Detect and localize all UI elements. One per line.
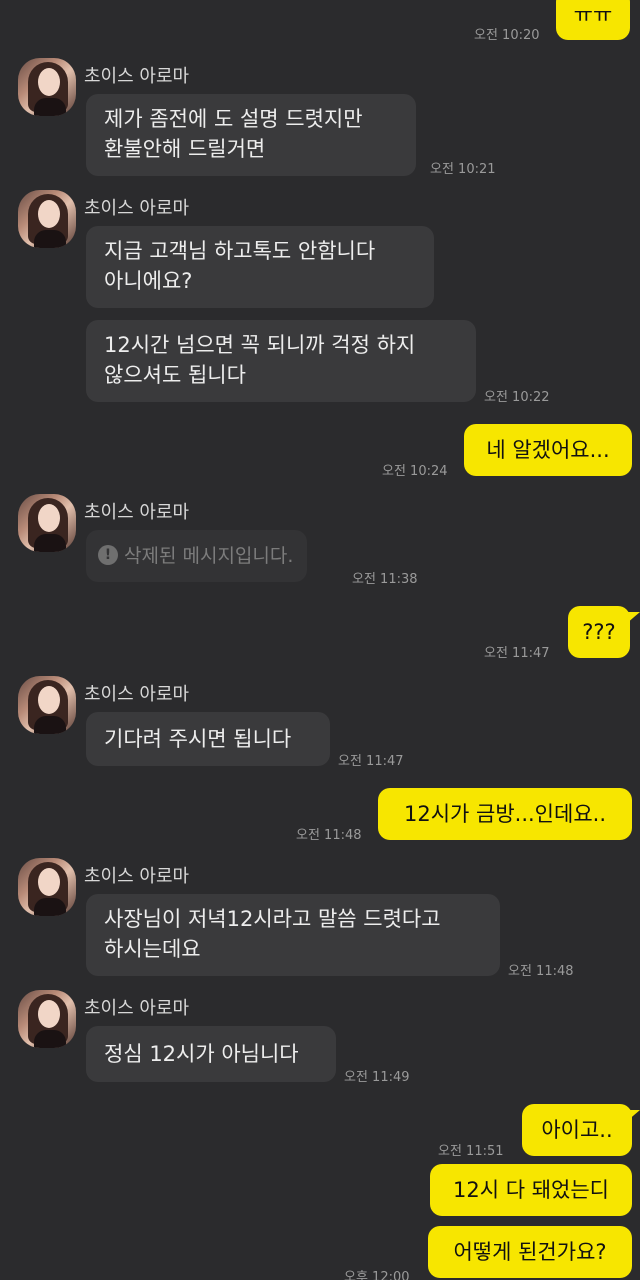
profile-avatar[interactable] <box>18 190 76 248</box>
message-time: 오전 11:51 <box>438 1144 504 1159</box>
outgoing-message[interactable]: 어떻게 된건가요? <box>428 1226 632 1278</box>
chat-message-list[interactable]: 오전 10:20 ㅠㅠ 초이스 아로마 제가 좀전에 도 설명 드렷지만 환불안… <box>0 0 640 1280</box>
bubble-tail <box>626 612 640 624</box>
message-time: 오전 11:38 <box>352 572 418 587</box>
outgoing-message[interactable]: 12시 다 돼었는디 <box>430 1164 632 1216</box>
profile-avatar[interactable] <box>18 676 76 734</box>
incoming-message[interactable]: 기다려 주시면 됩니다 <box>86 712 330 766</box>
message-time: 오전 11:48 <box>296 828 362 843</box>
outgoing-message[interactable]: ㅠㅠ <box>556 0 630 40</box>
message-time: 오전 11:47 <box>338 754 404 769</box>
sender-name: 초이스 아로마 <box>84 502 190 523</box>
bubble-tail <box>626 1110 640 1122</box>
profile-avatar[interactable] <box>18 858 76 916</box>
profile-avatar[interactable] <box>18 494 76 552</box>
outgoing-message[interactable]: 아이고.. <box>522 1104 632 1156</box>
message-time: 오전 11:48 <box>508 964 574 979</box>
sender-name: 초이스 아로마 <box>84 998 190 1019</box>
deleted-message-text: 삭제된 메시지입니다. <box>124 545 294 567</box>
incoming-message[interactable]: 지금 고객님 하고톡도 안함니다 아니에요? <box>86 226 434 308</box>
deleted-message[interactable]: ! 삭제된 메시지입니다. <box>86 530 308 582</box>
sender-name: 초이스 아로마 <box>84 866 190 887</box>
profile-avatar[interactable] <box>18 58 76 116</box>
message-time: 오전 10:24 <box>382 464 448 479</box>
sender-name: 초이스 아로마 <box>84 66 190 87</box>
info-icon: ! <box>98 544 118 565</box>
message-time: 오전 11:49 <box>344 1070 410 1085</box>
message-time: 오전 10:21 <box>430 162 496 177</box>
incoming-message[interactable]: 12시간 넘으면 꼭 되니까 걱정 하지 않으셔도 됩니다 <box>86 320 476 402</box>
outgoing-message[interactable]: 12시가 금방...인데요.. <box>378 788 632 840</box>
profile-avatar[interactable] <box>18 990 76 1048</box>
message-time: 오전 10:20 <box>474 28 540 43</box>
incoming-message[interactable]: 제가 좀전에 도 설명 드렷지만 환불안해 드릴거면 <box>86 94 416 176</box>
outgoing-message[interactable]: 네 알겠어요... <box>464 424 632 476</box>
outgoing-message[interactable]: ??? <box>568 606 630 658</box>
message-time: 오전 10:22 <box>484 390 550 405</box>
message-time: 오후 12:00 <box>344 1270 410 1280</box>
incoming-message[interactable]: 정심 12시가 아님니다 <box>86 1026 336 1082</box>
message-time: 오전 11:47 <box>484 646 550 661</box>
sender-name: 초이스 아로마 <box>84 198 190 219</box>
incoming-message[interactable]: 사장님이 저녁12시라고 말씀 드렷다고 하시는데요 <box>86 894 500 976</box>
sender-name: 초이스 아로마 <box>84 684 190 705</box>
